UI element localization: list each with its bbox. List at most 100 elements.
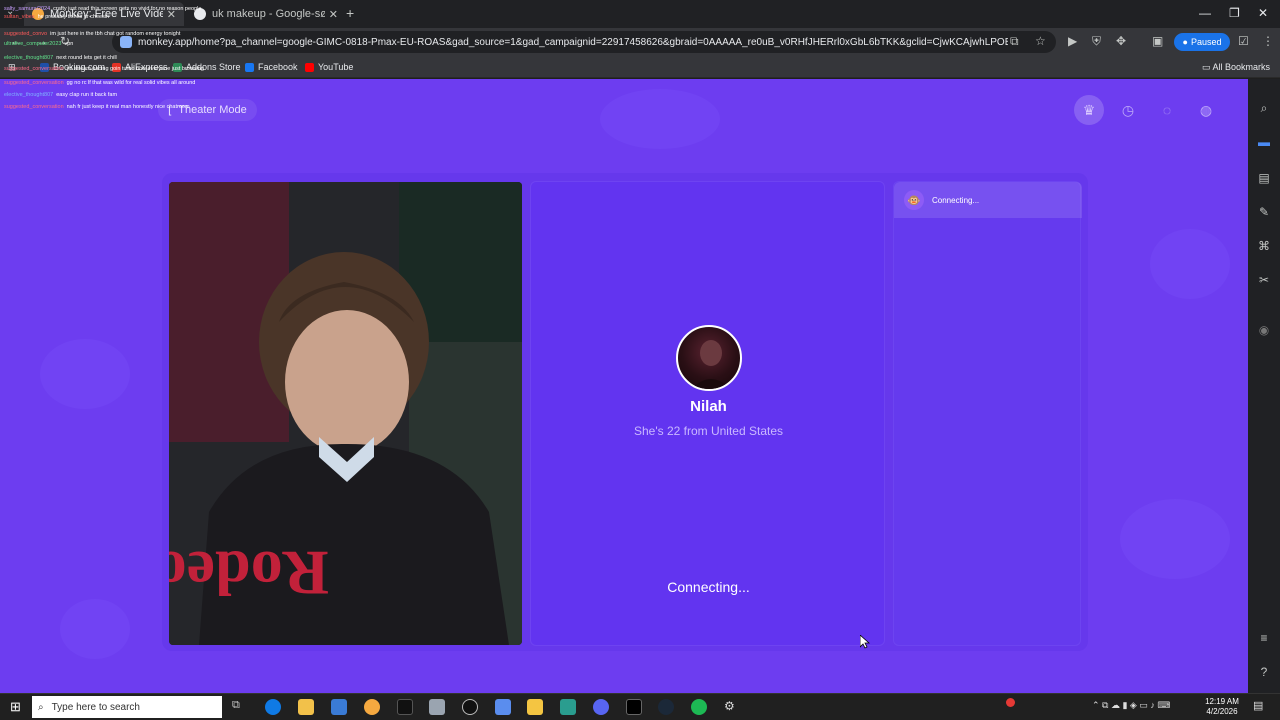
- customize-icon[interactable]: ≡: [1256, 631, 1272, 645]
- monkey-avatar-icon: 🐵: [904, 190, 924, 210]
- chat-overlay-line: salty_samurai2024 crafty just read this s…: [4, 6, 202, 13]
- file-explorer-icon[interactable]: [298, 699, 314, 715]
- browser-toolbar: ← → ↻ monkey.app/home?pa_channel=google-…: [0, 28, 1280, 56]
- address-bar[interactable]: monkey.app/home?pa_channel=google-GIMC-0…: [112, 31, 1056, 53]
- svg-text:Rodeo: Rodeo: [169, 538, 329, 609]
- bookmark-youtube[interactable]: YouTube: [305, 62, 353, 72]
- chat-message: vpn: [64, 41, 74, 47]
- clock-time: 12:19 AM: [1205, 697, 1239, 706]
- shield-extension-icon[interactable]: ⛨: [1092, 34, 1101, 49]
- close-tab-icon[interactable]: ✕: [329, 8, 338, 21]
- profile-label: Paused: [1190, 37, 1222, 47]
- tab-google-search[interactable]: uk makeup - Google-søk ✕: [186, 2, 346, 26]
- self-camera-video: Rodeo: [169, 182, 522, 645]
- chat-bubble-icon[interactable]: ◌: [1152, 95, 1182, 125]
- search-placeholder: Type here to search: [51, 701, 140, 713]
- browser-side-panel: ⌕ ▬ ▤ ✎ ⌘ ✂ ◉ ≡ ?: [1248, 79, 1280, 693]
- chat-panel: 🐵 Connecting...: [893, 181, 1082, 646]
- store-icon[interactable]: [331, 699, 347, 715]
- chat-message: he probably thinks ur cheesin: [37, 14, 110, 20]
- chat-username: suggested_conversation: [4, 66, 64, 72]
- browser-tab-strip: ⌄ Monkey: Free Live Video C ✕ uk makeup …: [0, 0, 1280, 28]
- chat-overlay-line: elective_thought807 easy clap run it back…: [4, 92, 118, 99]
- site-info-icon[interactable]: [120, 36, 132, 48]
- settings-gear-icon[interactable]: ⚙: [724, 699, 740, 715]
- vpn-check-icon[interactable]: ☑: [1238, 34, 1249, 48]
- clock-date: 4/2/2026: [1206, 707, 1238, 716]
- app-icon[interactable]: [397, 699, 413, 715]
- profile-icon: ●: [1182, 37, 1188, 47]
- new-tab-button[interactable]: +: [346, 5, 354, 21]
- install-app-icon[interactable]: ⧉: [1010, 34, 1019, 49]
- chat-username: suggested_convo: [4, 31, 48, 37]
- history-icon[interactable]: ◷: [1113, 95, 1143, 125]
- notes-icon[interactable]: ▤: [1256, 171, 1272, 185]
- extension-icon[interactable]: ▶: [1068, 34, 1077, 48]
- spotify-icon[interactable]: [691, 699, 707, 715]
- epic-games-icon[interactable]: [626, 699, 642, 715]
- profile-paused-button[interactable]: ● Paused: [1174, 33, 1230, 51]
- self-camera-frame: Rodeo: [169, 182, 522, 645]
- gamepad-icon[interactable]: ⌘: [1256, 239, 1272, 253]
- bookmark-label: YouTube: [318, 62, 354, 72]
- bookmark-label: Facebook: [258, 62, 298, 72]
- app-icon[interactable]: [560, 699, 576, 715]
- tools-icon[interactable]: ✂: [1256, 273, 1272, 287]
- peer-video-panel: Nilah She's 22 from United States Connec…: [530, 181, 885, 646]
- bookmark-facebook[interactable]: Facebook: [245, 62, 298, 72]
- globe-icon[interactable]: ◉: [1256, 323, 1272, 337]
- chat-message: next round lets get it chill: [56, 55, 117, 61]
- windows-taskbar: ⊞ ⌕ Type here to search ⧉ ⚙ ⌃ ⧉ ☁ ▮ ◈ ▭ …: [0, 693, 1280, 720]
- crown-icon[interactable]: ♛: [1074, 95, 1104, 125]
- folder-icon: ▭: [1201, 62, 1211, 72]
- background-pattern: [1120, 499, 1230, 579]
- help-icon[interactable]: ?: [1256, 665, 1272, 679]
- edge-icon[interactable]: [265, 699, 281, 715]
- system-tray-icons[interactable]: ⌃ ⧉ ☁ ▮ ◈ ▭ ♪ ⌨: [1092, 700, 1170, 711]
- background-pattern: [1150, 229, 1230, 299]
- background-pattern: [40, 339, 130, 409]
- chat-message: crafty just read this screen gets no viv…: [53, 6, 202, 12]
- chat-username: elective_thought807: [4, 55, 54, 61]
- messenger-icon[interactable]: ▬: [1256, 135, 1272, 149]
- bookmark-star-icon[interactable]: ☆: [1035, 34, 1046, 48]
- windows-start-icon[interactable]: ⊞: [10, 699, 21, 715]
- chat-status: Connecting...: [932, 195, 980, 205]
- background-pattern: [600, 89, 720, 149]
- taskbar-search[interactable]: ⌕ Type here to search: [32, 696, 222, 718]
- chat-overlay-line: suggested_conversation yo stream pacing g…: [4, 66, 204, 73]
- chat-username: suggested_conversation: [4, 104, 64, 110]
- github-icon[interactable]: [462, 699, 478, 715]
- mouse-cursor-icon: [860, 635, 870, 649]
- menu-kebab-icon[interactable]: ⋮: [1262, 34, 1274, 48]
- task-view-icon[interactable]: ⧉: [232, 699, 248, 715]
- puzzle-extensions-icon[interactable]: ✥: [1116, 34, 1126, 48]
- notification-center-icon[interactable]: ▤: [1253, 699, 1263, 712]
- edit-icon[interactable]: ✎: [1256, 205, 1272, 219]
- peer-avatar: [676, 325, 742, 391]
- chat-username: suggested_conversation: [4, 80, 64, 86]
- minimize-icon[interactable]: —: [1199, 6, 1211, 20]
- restore-icon[interactable]: ❐: [1229, 6, 1240, 20]
- app-icon[interactable]: [429, 699, 445, 715]
- mask-icon[interactable]: ◍: [1191, 95, 1221, 125]
- chat-username: elective_thought807: [4, 92, 54, 98]
- system-clock[interactable]: 12:19 AM 4/2/2026: [1200, 697, 1244, 717]
- chat-overlay-line: suggested_conversation gg no rc lf that w…: [4, 80, 195, 87]
- window-close-icon[interactable]: ✕: [1258, 6, 1268, 20]
- sidepanel-icon[interactable]: ▣: [1152, 34, 1163, 48]
- chat-overlay-line: elective_thought807 next round lets get i…: [4, 55, 117, 62]
- chrome-icon[interactable]: [364, 699, 380, 715]
- steam-icon[interactable]: [658, 699, 674, 715]
- search-panel-icon[interactable]: ⌕: [1256, 101, 1272, 116]
- address-url: monkey.app/home?pa_channel=google-GIMC-0…: [138, 36, 1008, 48]
- app-icon[interactable]: [527, 699, 543, 715]
- monkey-app: ⌊ Theater Mode ♛ ◷ ◌ ◍ Rodeo Nilah She's…: [0, 79, 1248, 693]
- chat-username: salty_samurai2024: [4, 6, 51, 12]
- all-bookmarks-folder[interactable]: ▭ All Bookmarks: [1202, 62, 1270, 73]
- app-icon[interactable]: [495, 699, 511, 715]
- peer-info: She's 22 from United States: [633, 424, 784, 438]
- chat-message: easy clap run it back fam: [56, 92, 118, 98]
- all-bookmarks-label: All Bookmarks: [1212, 62, 1270, 72]
- discord-icon[interactable]: [593, 699, 609, 715]
